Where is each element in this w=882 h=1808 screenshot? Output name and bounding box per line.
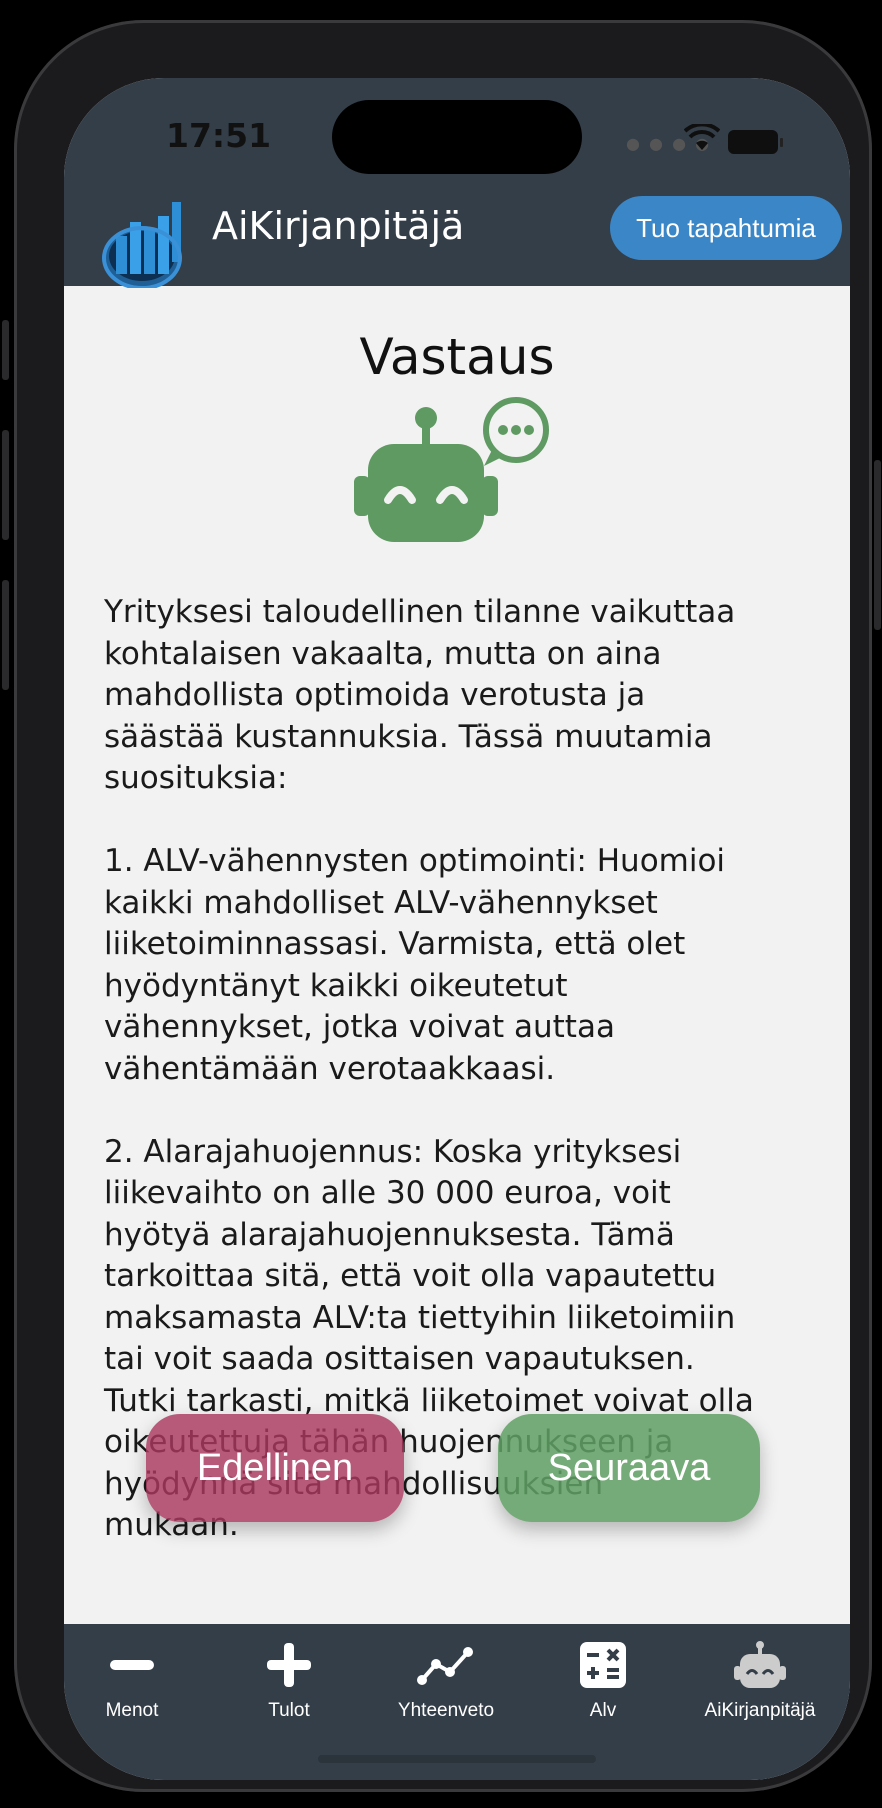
tab-label: Menot [105, 1700, 159, 1721]
next-button[interactable]: Seuraava [498, 1414, 760, 1522]
app-header: 17:51 ● ● ● ● AiKirjanpitäjä Tuo tapahtu… [64, 78, 850, 288]
tab-aikirjanpitaja[interactable]: AiKirjanpitäjä [680, 1624, 840, 1734]
import-events-button[interactable]: Tuo tapahtumia [610, 196, 842, 260]
tab-alv[interactable]: Alv [523, 1624, 683, 1734]
side-button [2, 320, 9, 380]
tab-label: AiKirjanpitäjä [704, 1700, 816, 1721]
tab-label: Yhteenveto [397, 1700, 495, 1721]
battery-icon [728, 130, 783, 154]
side-button [874, 460, 881, 630]
app-title: AiKirjanpitäjä [212, 204, 465, 248]
dynamic-island [332, 100, 582, 174]
minus-icon [110, 1660, 154, 1670]
robot-chat-icon [354, 397, 549, 542]
side-button [2, 580, 9, 690]
status-time: 17:51 [166, 116, 272, 155]
tab-label: Alv [589, 1700, 617, 1721]
calculator-icon [580, 1642, 626, 1688]
robot-icon [734, 1641, 786, 1688]
side-button [2, 430, 9, 540]
status-icons: ● ● ● ● [626, 124, 786, 154]
wifi-icon [684, 124, 720, 150]
line-chart-icon [417, 1647, 473, 1685]
tab-tulot[interactable]: Tulot [209, 1624, 369, 1734]
app-logo-icon [102, 202, 182, 288]
plus-icon [267, 1643, 311, 1687]
home-indicator [318, 1755, 596, 1763]
phone-frame: 17:51 ● ● ● ● AiKirjanpitäjä Tuo tapahtu… [2, 20, 881, 1792]
answer-text: Yrityksesi taloudellinen tilanne vaikutt… [104, 594, 754, 1543]
tab-menot[interactable]: Menot [64, 1624, 212, 1734]
screen: 17:51 ● ● ● ● AiKirjanpitäjä Tuo tapahtu… [64, 78, 850, 1780]
previous-button[interactable]: Edellinen [146, 1414, 404, 1522]
tab-yhteenveto[interactable]: Yhteenveto [366, 1624, 526, 1734]
tab-label: Tulot [268, 1700, 310, 1721]
page-title: Vastaus [359, 328, 555, 386]
